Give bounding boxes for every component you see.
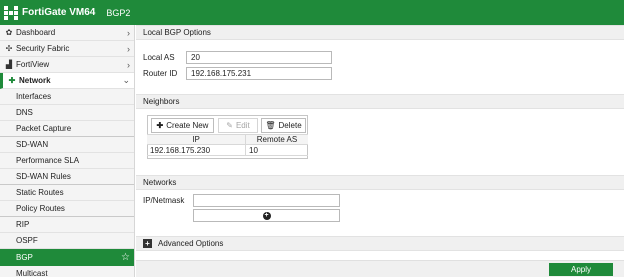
column-header-ip[interactable]: IP xyxy=(147,135,246,144)
ip-netmask-label: IP/Netmask xyxy=(143,196,185,205)
fortinet-logo[interactable]: FortiGate VM64 xyxy=(4,5,96,20)
main-content: Local BGP Options Local AS 20 Router ID … xyxy=(136,25,624,277)
network-icon: ✚ xyxy=(8,76,16,85)
chart-icon: ▟ xyxy=(5,60,13,69)
sidebar-item-label: BGP xyxy=(16,253,33,262)
sidebar-item-label: FortiView xyxy=(16,60,50,69)
section-title: Networks xyxy=(143,178,177,187)
sidebar-item-dashboard[interactable]: ✿ Dashboard › xyxy=(0,25,134,41)
sidebar-item-dns[interactable]: DNS xyxy=(0,105,134,121)
chevron-right-icon: › xyxy=(127,43,130,54)
sidebar-item-policy-routes[interactable]: Policy Routes xyxy=(0,201,134,217)
chevron-right-icon: › xyxy=(127,59,130,70)
sidebar-item-label: Static Routes xyxy=(16,188,64,197)
pencil-icon: ✎ xyxy=(226,121,233,130)
star-icon[interactable]: ☆ xyxy=(121,252,130,263)
add-network-button[interactable]: + xyxy=(193,209,340,222)
sidebar-item-rip[interactable]: RIP xyxy=(0,217,134,233)
device-hostname: FortiGate VM64 xyxy=(22,7,96,18)
sidebar-item-label: Security Fabric xyxy=(16,44,70,53)
table-cell-remote-as: 10 xyxy=(249,145,258,155)
section-local-bgp-options: Local BGP Options xyxy=(136,25,624,40)
sidebar-item-security-fabric[interactable]: ✣ Security Fabric › xyxy=(0,41,134,57)
edit-button[interactable]: ✎ Edit xyxy=(218,118,258,133)
trash-icon: 🗑 xyxy=(265,121,276,130)
sidebar-item-static-routes[interactable]: Static Routes xyxy=(0,185,134,201)
dashboard-icon: ✿ xyxy=(5,28,13,37)
section-title: Local BGP Options xyxy=(143,28,211,37)
column-header-remote-as[interactable]: Remote AS xyxy=(246,135,308,144)
expand-icon: + xyxy=(143,239,152,248)
plus-circle-icon: + xyxy=(262,211,271,220)
sidebar-item-label: Dashboard xyxy=(16,28,56,37)
table-header-row: IP Remote AS xyxy=(147,134,308,145)
neighbors-table: IP Remote AS 192.168.175.230 10 xyxy=(147,134,308,156)
sidebar-item-ospf[interactable]: OSPF xyxy=(0,233,134,249)
local-as-label: Local AS xyxy=(143,53,175,62)
sidebar-item-label: OSPF xyxy=(16,236,38,245)
sidebar-item-label: RIP xyxy=(16,220,30,229)
button-label: Create New xyxy=(166,121,209,130)
sidebar-item-sd-wan[interactable]: SD-WAN xyxy=(0,137,134,153)
router-id-label: Router ID xyxy=(143,69,178,78)
plus-icon: ✚ xyxy=(156,121,164,130)
fabric-icon: ✣ xyxy=(5,44,13,53)
table-row[interactable]: 192.168.175.230 10 xyxy=(147,145,308,156)
footer-bar: Apply xyxy=(136,260,624,277)
sidebar-item-label: DNS xyxy=(16,108,33,117)
sidebar-item-label: Network xyxy=(19,76,51,85)
sidebar-item-packet-capture[interactable]: Packet Capture xyxy=(0,121,134,137)
sidebar-item-multicast[interactable]: Multicast xyxy=(0,266,134,277)
sidebar-item-label: Policy Routes xyxy=(16,204,65,213)
section-networks: Networks xyxy=(136,175,624,190)
fortinet-grid-icon xyxy=(4,5,18,20)
sidebar-item-sd-wan-rules[interactable]: SD-WAN Rules xyxy=(0,169,134,185)
ip-netmask-input[interactable] xyxy=(193,194,340,207)
advanced-options-label: Advanced Options xyxy=(158,239,224,248)
sidebar-item-label: Multicast xyxy=(16,269,48,277)
sidebar-item-interfaces[interactable]: Interfaces xyxy=(0,89,134,105)
vdom-name: BGP2 xyxy=(106,7,131,18)
delete-button[interactable]: 🗑 Delete xyxy=(261,118,306,133)
sidebar-item-label: SD-WAN Rules xyxy=(16,172,71,181)
advanced-options-toggle[interactable]: + Advanced Options xyxy=(136,236,624,251)
button-label: Delete xyxy=(278,121,302,130)
sidebar-item-bgp[interactable]: BGP ☆ xyxy=(0,249,134,266)
button-label: Edit xyxy=(235,121,250,130)
sidebar-nav: ✿ Dashboard › ✣ Security Fabric › ▟ Fort… xyxy=(0,25,135,277)
chevron-right-icon: › xyxy=(127,27,130,38)
local-as-input[interactable]: 20 xyxy=(186,51,332,64)
sidebar-item-label: Interfaces xyxy=(16,92,52,101)
section-title: Neighbors xyxy=(143,97,180,106)
create-new-button[interactable]: ✚ Create New xyxy=(151,118,214,133)
sidebar-item-label: SD-WAN xyxy=(16,140,49,149)
section-neighbors: Neighbors xyxy=(136,94,624,109)
chevron-down-icon: ⌄ xyxy=(122,75,130,85)
sidebar-item-performance-sla[interactable]: Performance SLA xyxy=(0,153,134,169)
sidebar-item-network[interactable]: ✚ Network ⌄ xyxy=(0,73,134,89)
router-id-input[interactable]: 192.168.175.231 xyxy=(186,67,332,80)
sidebar-item-label: Packet Capture xyxy=(16,124,72,133)
apply-button[interactable]: Apply xyxy=(549,263,613,276)
table-cell-ip: 192.168.175.230 xyxy=(147,145,246,155)
sidebar-item-label: Performance SLA xyxy=(16,156,80,165)
top-bar: FortiGate VM64 BGP2 xyxy=(0,0,624,25)
sidebar-item-fortiview[interactable]: ▟ FortiView › xyxy=(0,57,134,73)
